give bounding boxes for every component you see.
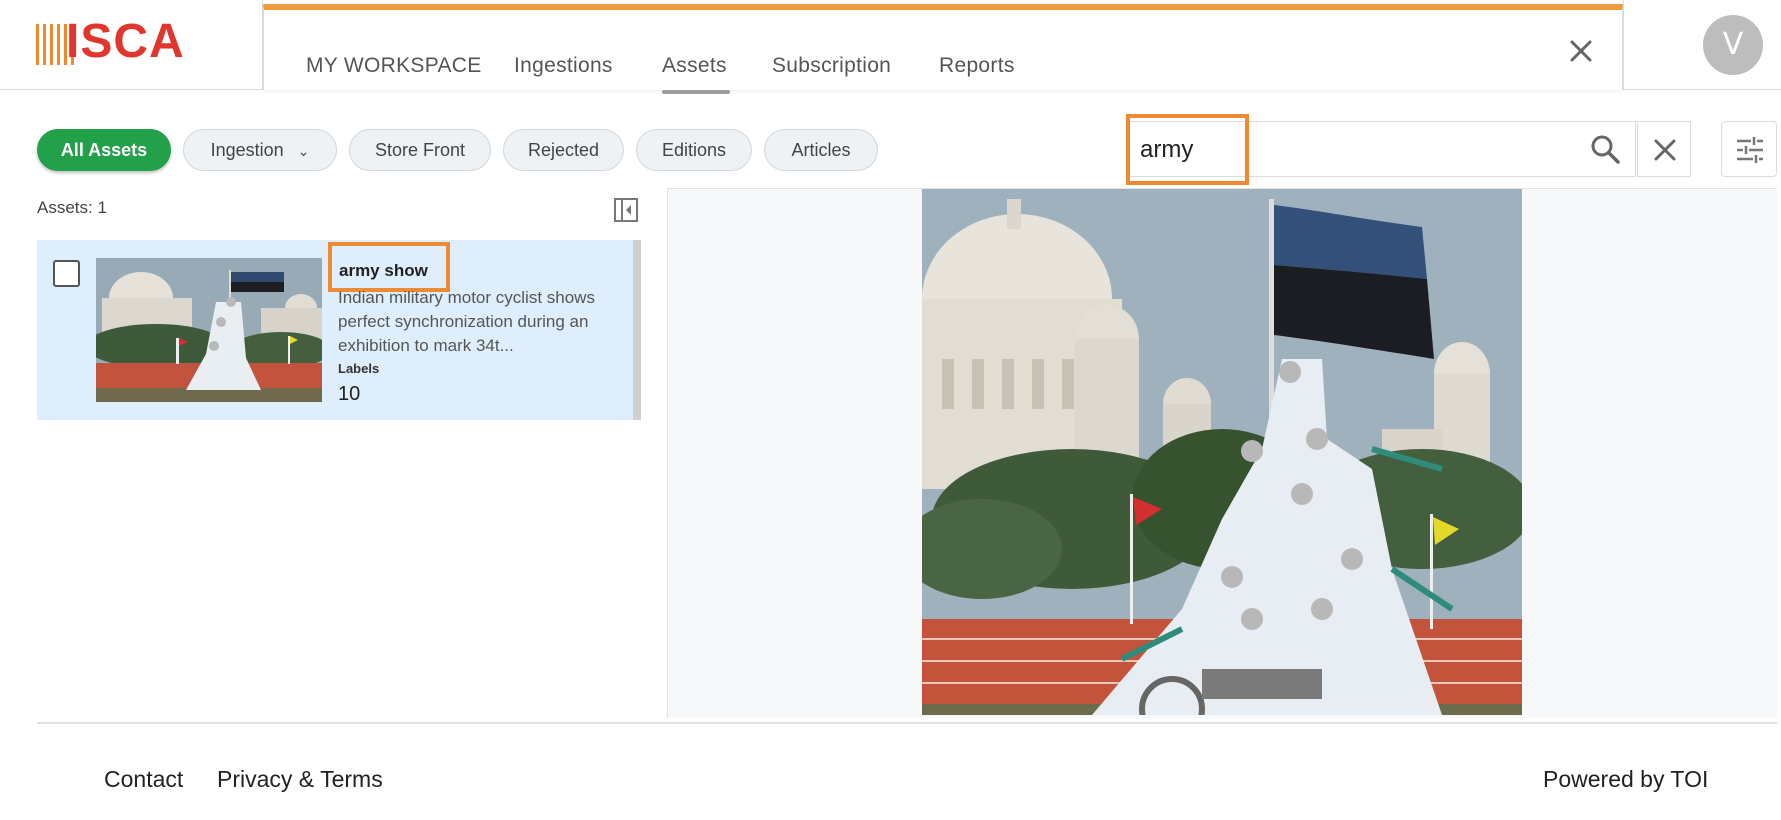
filter-settings-button[interactable] xyxy=(1721,121,1777,177)
avatar[interactable]: V xyxy=(1703,15,1763,75)
preview-image[interactable] xyxy=(922,189,1522,715)
footer-divider xyxy=(37,722,1777,724)
nav-assets[interactable]: Assets xyxy=(662,54,727,78)
close-icon[interactable] xyxy=(1564,34,1598,68)
nav-subscription[interactable]: Subscription xyxy=(772,54,891,78)
sliders-icon xyxy=(1737,137,1763,163)
nav-active-indicator xyxy=(662,90,730,94)
list-item[interactable]: army show Indian military motor cyclist … xyxy=(37,240,641,420)
search-highlight xyxy=(1126,114,1249,185)
user-area: V xyxy=(1623,0,1781,90)
chip-ingestion-label: Ingestion xyxy=(210,140,284,160)
collapse-panel-icon[interactable] xyxy=(613,197,639,223)
search-clear-button[interactable] xyxy=(1637,121,1691,177)
nav-reports[interactable]: Reports xyxy=(939,54,1015,78)
footer-contact-link[interactable]: Contact xyxy=(104,766,183,793)
chip-all-assets[interactable]: All Assets xyxy=(37,129,171,171)
footer-privacy-link[interactable]: Privacy & Terms xyxy=(217,766,383,793)
chip-store-front[interactable]: Store Front xyxy=(349,129,491,171)
nav-my-workspace[interactable]: MY WORKSPACE xyxy=(306,54,482,78)
chip-ingestion[interactable]: Ingestion ⌄ xyxy=(183,129,337,171)
logo[interactable]: ISCA xyxy=(0,0,263,90)
list-scrollbar[interactable] xyxy=(633,240,641,420)
chip-rejected[interactable]: Rejected xyxy=(503,129,624,171)
top-bar: ISCA MY WORKSPACE Ingestions Assets Subs… xyxy=(0,0,1781,94)
footer-powered-by: Powered by TOI xyxy=(1543,766,1709,792)
asset-description: Indian military motor cyclist shows perf… xyxy=(338,288,595,355)
asset-labels-count: 10 xyxy=(338,383,361,405)
chip-articles[interactable]: Articles xyxy=(764,129,878,171)
asset-title[interactable]: army show xyxy=(339,261,428,281)
asset-checkbox[interactable] xyxy=(53,260,80,287)
main-nav: MY WORKSPACE Ingestions Assets Subscript… xyxy=(263,4,1623,94)
asset-labels-heading: Labels xyxy=(338,361,380,376)
close-icon xyxy=(1654,139,1676,161)
chip-editions[interactable]: Editions xyxy=(636,129,752,171)
search-icon[interactable] xyxy=(1590,134,1620,164)
nav-ingestions[interactable]: Ingestions xyxy=(514,54,613,78)
assets-count: Assets: 1 xyxy=(37,198,107,217)
logo-text: ISCA xyxy=(66,15,185,68)
chevron-down-icon: ⌄ xyxy=(297,143,310,160)
asset-thumbnail[interactable] xyxy=(96,258,322,402)
